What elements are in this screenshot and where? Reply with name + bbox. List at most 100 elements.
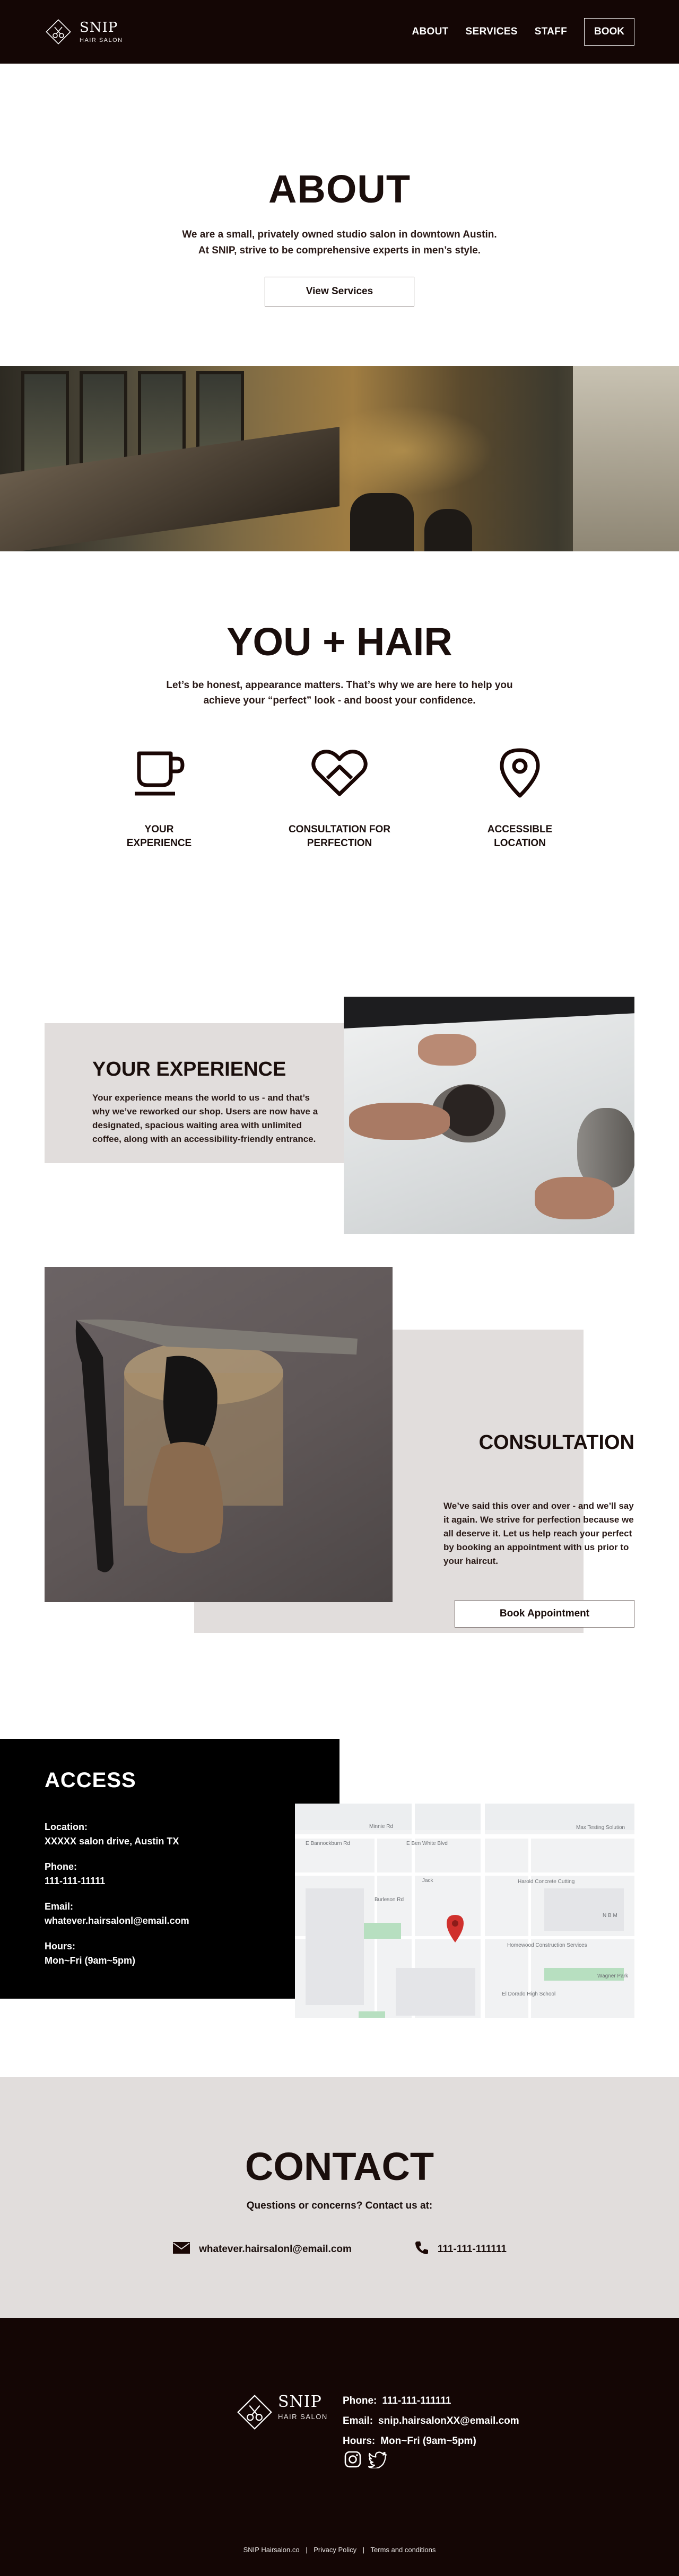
- contact-email-text: whatever.hairsalonl@email.com: [199, 2244, 352, 2255]
- contact-phone[interactable]: 111-111-111111: [414, 2240, 507, 2258]
- coffee-table-photo: [344, 997, 634, 1234]
- social-links: [344, 2450, 387, 2471]
- heart-icon: [310, 746, 369, 799]
- consultation-title: CONSULTATION: [478, 1431, 634, 1454]
- contact-section: CONTACT Questions or concerns? Contact u…: [0, 2077, 679, 2318]
- hand: [535, 1177, 614, 1219]
- footer-link-site[interactable]: SNIP Hairsalon.co: [243, 2546, 300, 2554]
- nav-book-button[interactable]: BOOK: [584, 18, 634, 46]
- footer-phone-label: Phone:: [343, 2395, 377, 2406]
- about-line-2: At SNIP, strive to be comprehensive expe…: [198, 245, 481, 256]
- access-panel: ACCESS Location: XXXXX salon drive, Aust…: [0, 1739, 340, 1999]
- nav-about[interactable]: ABOUT: [412, 26, 448, 38]
- footer-phone: Phone: 111-111-111111: [343, 2391, 519, 2411]
- footer-email: Email: snip.hairsalonXX@email.com: [343, 2411, 519, 2431]
- feature-label-line: ACCESSIBLE: [487, 824, 553, 835]
- salon-chair: [424, 509, 472, 551]
- brand-logo[interactable]: SNIP HAIR SALON: [45, 18, 123, 46]
- feature-label: CONSULTATION FOR PERFECTION: [289, 823, 390, 850]
- map-label: Wagner Park: [597, 1973, 628, 1979]
- footer-phone-value: 111-111-111111: [382, 2395, 451, 2406]
- map-label: Minnie Rd: [369, 1824, 394, 1830]
- you-hair-line-1: Let’s be honest, appearance matters. Tha…: [166, 680, 513, 691]
- footer-contact-info: Phone: 111-111-111111 Email: snip.hairsalo…: [343, 2391, 519, 2451]
- book-appointment-button[interactable]: Book Appointment: [455, 1600, 634, 1628]
- map-road: [481, 1804, 485, 2018]
- feature-experience: YOUR EXPERIENCE: [69, 746, 249, 850]
- salon-mirror: [21, 371, 69, 477]
- feature-label-line: EXPERIENCE: [126, 838, 192, 849]
- map-block: [544, 1888, 624, 1931]
- map-park: [364, 1923, 401, 1939]
- you-hair-description: Let’s be honest, appearance matters. Tha…: [166, 678, 512, 708]
- instagram-icon[interactable]: [344, 2450, 362, 2471]
- hand: [349, 1103, 450, 1140]
- salon-interior-photo: [0, 366, 679, 551]
- coffee-cup-icon: [129, 746, 189, 799]
- map-block: [396, 1968, 475, 2016]
- about-description: We are a small, privately owned studio s…: [182, 227, 497, 259]
- you-hair-line-2: achieve your “perfect” look - and boost …: [203, 695, 476, 706]
- footer-brand-logo[interactable]: SNIP HAIR SALON: [236, 2392, 328, 2430]
- footer-separator: |: [362, 2546, 365, 2554]
- coffee-cup: [577, 1108, 634, 1188]
- map-park: [359, 2011, 385, 2018]
- nav-services[interactable]: SERVICES: [466, 26, 518, 38]
- map-pin-icon[interactable]: [445, 1913, 466, 1946]
- experience-section: YOUR EXPERIENCE Your experience means th…: [0, 973, 679, 1267]
- map-label: Harold Concrete Cutting: [518, 1879, 575, 1885]
- footer-link-privacy[interactable]: Privacy Policy: [314, 2546, 356, 2554]
- footer-brand-name: SNIP: [278, 2392, 322, 2411]
- footer-brand-subtitle: HAIR SALON: [278, 2412, 328, 2421]
- twitter-icon[interactable]: [368, 2450, 387, 2471]
- map-label: E Ben White Blvd: [406, 1841, 448, 1847]
- map-label: Jack: [422, 1878, 433, 1884]
- nav-staff[interactable]: STAFF: [535, 26, 567, 38]
- map-road: [295, 1834, 634, 1839]
- contact-email[interactable]: whatever.hairsalonl@email.com: [172, 2241, 352, 2257]
- footer-legal: SNIP Hairsalon.co | Privacy Policy | Ter…: [0, 2546, 679, 2554]
- features-list: YOUR EXPERIENCE CONSULTATION FOR PERFECT…: [69, 746, 610, 850]
- map-block: [306, 1888, 364, 2005]
- experience-text: Your experience means the world to us - …: [92, 1093, 318, 1144]
- experience-title: YOUR EXPERIENCE: [92, 1058, 286, 1080]
- brand-name: SNIP: [80, 19, 118, 36]
- location-pin-icon: [490, 746, 550, 799]
- salon-window: [573, 366, 679, 551]
- phone-icon: [414, 2240, 429, 2258]
- map-label: Max Testing Solution: [576, 1825, 625, 1831]
- scissors-logo-icon: [45, 18, 72, 46]
- map-road: [528, 1835, 531, 2018]
- footer-link-terms[interactable]: Terms and conditions: [371, 2546, 436, 2554]
- about-title: ABOUT: [268, 167, 411, 211]
- feature-label-line: PERFECTION: [307, 838, 372, 849]
- photo-dark-sleeve: [344, 997, 634, 1028]
- about-line-1: We are a small, privately owned studio s…: [182, 229, 497, 240]
- feature-label-line: YOUR: [144, 824, 174, 835]
- envelope-icon: [172, 2241, 190, 2257]
- feature-label-line: LOCATION: [494, 838, 546, 849]
- contact-subtitle: Questions or concerns? Contact us at:: [246, 2200, 433, 2211]
- hand: [418, 1034, 476, 1066]
- map-label: E Bannockburn Rd: [306, 1841, 350, 1847]
- feature-location: ACCESSIBLE LOCATION: [430, 746, 610, 850]
- experience-card: YOUR EXPERIENCE Your experience means th…: [45, 1023, 348, 1163]
- map-label: Homewood Construction Services: [507, 1942, 587, 1948]
- feature-label: YOUR EXPERIENCE: [127, 823, 191, 850]
- brand-text: SNIP HAIR SALON: [80, 21, 123, 43]
- footer-separator: |: [306, 2546, 308, 2554]
- footer-email-label: Email:: [343, 2415, 373, 2426]
- map-label: El Dorado High School: [502, 1991, 556, 1997]
- location-map[interactable]: Minnie Rd E Bannockburn Rd E Ben White B…: [295, 1804, 634, 2018]
- razor-brush-photo: [45, 1267, 393, 1602]
- footer-email-value: snip.hairsalonXX@email.com: [378, 2415, 519, 2426]
- you-hair-title: YOU + HAIR: [227, 620, 452, 664]
- about-section: ABOUT We are a small, privately owned st…: [0, 64, 679, 366]
- map-label: N B M: [603, 1913, 617, 1919]
- consultation-text: We’ve said this over and over - and we’l…: [443, 1501, 634, 1566]
- footer-hours-label: Hours:: [343, 2436, 376, 2447]
- brand-subtitle: HAIR SALON: [80, 37, 123, 43]
- access-title: ACCESS: [45, 1769, 136, 1792]
- view-services-button[interactable]: View Services: [265, 277, 414, 306]
- footer-hours-value: Mon~Fri (9am~5pm): [380, 2436, 476, 2447]
